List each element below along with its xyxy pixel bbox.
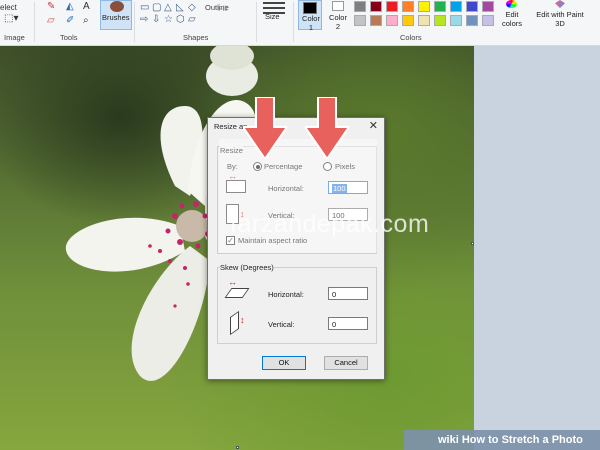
skew-horizontal-input[interactable]: 0: [328, 287, 368, 300]
ok-button[interactable]: OK: [262, 356, 306, 370]
palette-swatch[interactable]: [418, 1, 430, 12]
palette-swatch[interactable]: [434, 1, 446, 12]
edit-colors-button[interactable]: Edit colors: [499, 0, 525, 30]
select-dropdown-icon[interactable]: ⬚▾: [4, 14, 18, 24]
color-picker-icon[interactable]: ✐: [66, 16, 74, 26]
tutorial-arrow-percentage-icon: [243, 97, 287, 159]
fill-bucket-icon[interactable]: ◭: [66, 2, 74, 12]
palette-swatch[interactable]: [354, 1, 366, 12]
skew-group-box: [217, 267, 377, 344]
diamond-shape-icon: ◇: [188, 2, 196, 13]
palette-swatch[interactable]: [450, 1, 462, 12]
resize-handle-right[interactable]: [471, 242, 474, 245]
group-label-tools: Tools: [60, 33, 78, 42]
eraser-icon[interactable]: ▱: [47, 16, 55, 26]
shapes-gallery[interactable]: ▭ ▢ △ ◺ ◇ ⇨ ⇩ ☆ ⬡ ▱: [138, 2, 198, 30]
magnifier-icon[interactable]: ⌕: [83, 16, 89, 26]
right-triangle-shape-icon: ◺: [176, 2, 184, 13]
palette-swatch[interactable]: [450, 15, 462, 26]
palette-swatch[interactable]: [418, 15, 430, 26]
color2-button[interactable]: Color 2: [328, 0, 350, 31]
skew-group-title: Skew (Degrees): [220, 263, 274, 272]
color1-label: Color 1: [302, 14, 320, 32]
color2-swatch: [332, 1, 344, 11]
group-label-colors: Colors: [400, 33, 422, 42]
wikihow-title-banner: wiki How to Stretch a Photo: [404, 430, 600, 450]
watermark-text: farzandepak.com: [230, 210, 430, 238]
color-wheel-icon: [506, 0, 517, 8]
brushes-button[interactable]: Brushes: [100, 0, 132, 30]
skew-horizontal-arrow-icon: ↔: [228, 277, 237, 287]
group-label-shapes: Shapes: [183, 33, 209, 42]
color1-swatch: [303, 2, 317, 14]
ribbon-separator: [34, 2, 35, 42]
wiki-prefix: wiki: [438, 434, 459, 446]
brush-icon: [110, 1, 124, 12]
color2-label: Color 2: [329, 13, 347, 31]
skew-vertical-arrow-icon: ↕: [240, 315, 245, 325]
ribbon-separator: [256, 2, 257, 42]
skew-horizontal-value: 0: [332, 290, 337, 299]
edit-with-paint3d-button[interactable]: Edit with Paint 3D: [530, 0, 598, 30]
rectangle-shape-icon: ▭: [140, 2, 150, 13]
close-icon[interactable]: ✕: [369, 119, 378, 132]
paint-ribbon: elect ⬚▾ Image ✎ ◭ A ▱ ✐ ⌕ Tools Brushes…: [0, 0, 600, 46]
cancel-button[interactable]: Cancel: [324, 356, 368, 370]
skew-vertical-value: 0: [332, 320, 337, 329]
ribbon-separator: [134, 2, 135, 42]
down-arrow-shape-icon: ⇩: [152, 14, 161, 25]
pencil-icon[interactable]: ✎: [47, 2, 55, 12]
palette-swatch[interactable]: [466, 1, 478, 12]
paint3d-label: Edit with Paint 3D: [536, 10, 584, 28]
star-shape-icon: ☆: [164, 14, 173, 25]
callout-shape-icon: ▱: [188, 14, 196, 25]
palette-swatch[interactable]: [482, 15, 494, 26]
arrow-shape-icon: ⇨: [140, 14, 149, 25]
size-label[interactable]: Size: [265, 12, 280, 21]
brushes-label: Brushes: [102, 13, 130, 22]
fill-label[interactable]: Fill: [218, 4, 228, 13]
palette-swatch[interactable]: [466, 15, 478, 26]
text-tool-icon[interactable]: A: [83, 2, 90, 12]
palette-swatch[interactable]: [386, 1, 398, 12]
edit-colors-label: Edit colors: [501, 10, 522, 28]
rounded-rect-shape-icon: ▢: [152, 2, 162, 13]
paint3d-icon: [555, 0, 565, 8]
skew-horizontal-label: Horizontal:: [268, 290, 304, 299]
palette-swatch[interactable]: [402, 1, 414, 12]
triangle-shape-icon: △: [164, 2, 172, 13]
skew-vertical-label: Vertical:: [268, 320, 295, 329]
palette-swatch[interactable]: [370, 15, 382, 26]
group-label-image: Image: [4, 33, 25, 42]
palette-swatch[interactable]: [370, 1, 382, 12]
resize-handle-bottom[interactable]: [236, 446, 239, 449]
select-tool-label[interactable]: elect: [0, 3, 17, 13]
hexagon-shape-icon: ⬡: [176, 14, 185, 25]
color1-button[interactable]: Color 1: [298, 0, 322, 32]
palette-swatch[interactable]: [482, 1, 494, 12]
color-palette[interactable]: [354, 1, 498, 29]
palette-swatch[interactable]: [402, 15, 414, 26]
palette-swatch[interactable]: [354, 15, 366, 26]
ribbon-separator: [293, 2, 294, 42]
article-title: How to Stretch a Photo: [461, 434, 583, 446]
palette-swatch[interactable]: [386, 15, 398, 26]
skew-vertical-input[interactable]: 0: [328, 317, 368, 330]
palette-swatch[interactable]: [434, 15, 446, 26]
tutorial-arrow-pixels-icon: [305, 97, 349, 159]
